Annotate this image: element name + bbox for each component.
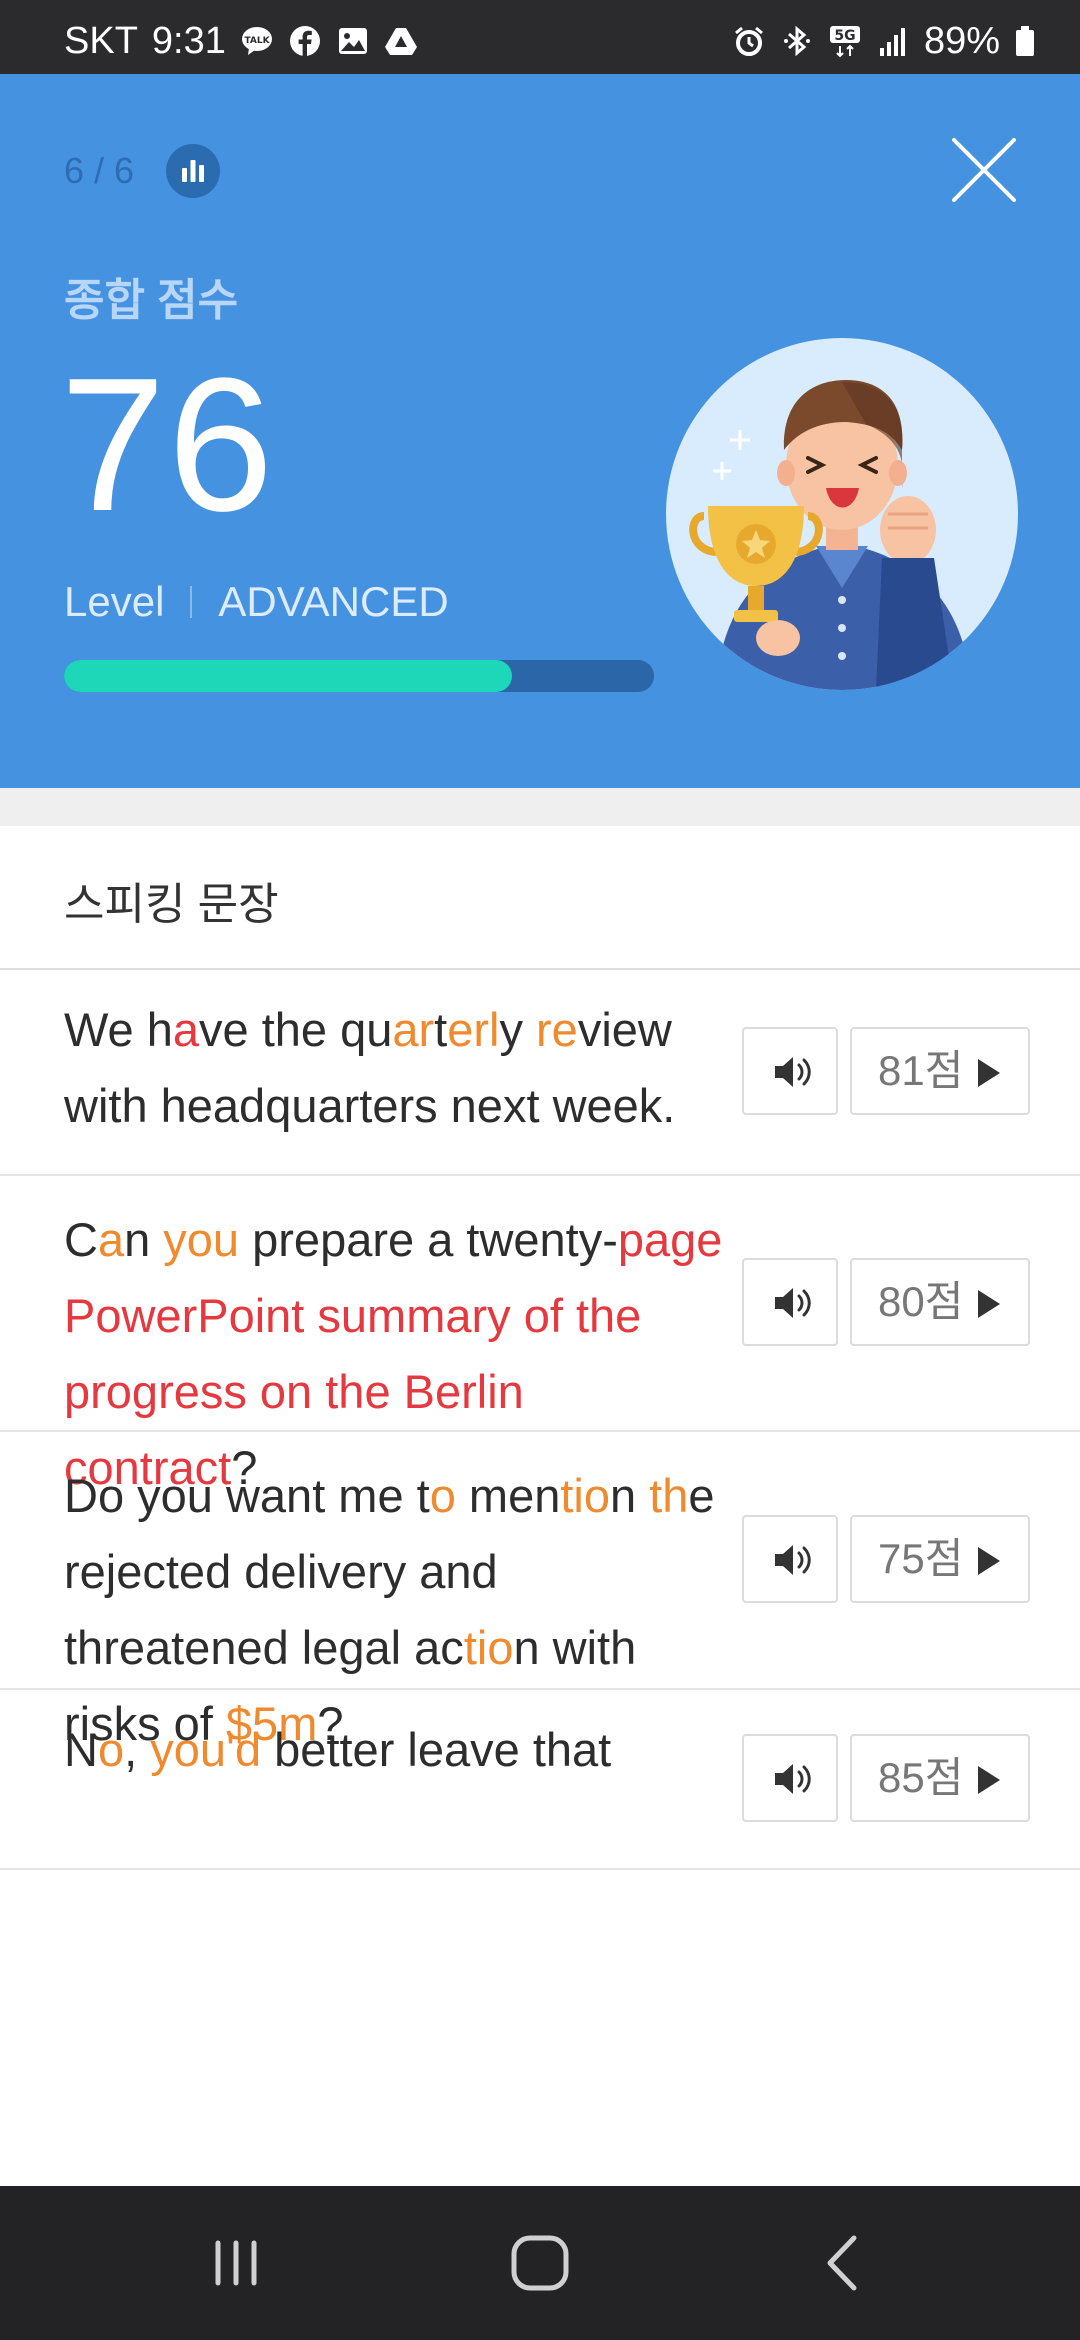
- sentence-segment: ar: [392, 1003, 435, 1056]
- facebook-icon: [288, 24, 322, 58]
- status-bar-left: SKT 9:31 TALK: [64, 22, 418, 60]
- level-label: Level: [64, 578, 165, 625]
- home-icon: [511, 2235, 569, 2291]
- sentence-segment: better leave that: [261, 1723, 612, 1776]
- sentence-segment: n: [124, 1213, 164, 1266]
- sentence-score: 75점: [878, 1535, 964, 1582]
- sentence-score: 80점: [878, 1278, 964, 1325]
- close-icon: [952, 138, 1016, 202]
- drive-icon: [384, 24, 418, 58]
- level-progress-fill: [64, 660, 513, 692]
- sentence-segment: tio: [560, 1469, 610, 1522]
- speaker-icon: [775, 1764, 811, 1794]
- play-triangle-icon: [978, 1766, 1000, 1794]
- recents-button[interactable]: [196, 2228, 276, 2298]
- sentence-score-button[interactable]: 75점: [850, 1515, 1030, 1603]
- play-audio-button[interactable]: [742, 1515, 838, 1603]
- back-icon: [827, 2235, 857, 2291]
- sentence-segment: you: [163, 1213, 240, 1266]
- sentence-segment: n: [610, 1469, 650, 1522]
- speaker-icon: [775, 1288, 811, 1318]
- section-title: 스피킹 문장: [64, 880, 279, 929]
- play-triangle-icon: [978, 1547, 1000, 1575]
- sentence-segment: C: [64, 1213, 98, 1266]
- svg-text:5G: 5G: [834, 28, 855, 44]
- sentence-segment: y: [499, 1003, 537, 1056]
- sentence-segment: a: [97, 1213, 125, 1266]
- navigation-bar: [0, 2186, 1080, 2340]
- speaker-icon: [775, 1545, 811, 1575]
- home-button[interactable]: [500, 2228, 580, 2298]
- play-triangle-icon: [978, 1290, 1000, 1318]
- total-score-label: 종합 점수: [64, 276, 239, 325]
- level-separator: [190, 586, 193, 618]
- sentence-segment: th: [649, 1469, 689, 1522]
- level-value: ADVANCED: [218, 578, 449, 625]
- sentence-segment: N: [64, 1723, 98, 1776]
- sentence-segment: ,: [124, 1723, 151, 1776]
- play-audio-button[interactable]: [742, 1734, 838, 1822]
- sentence-segment: o: [429, 1469, 456, 1522]
- total-score: 76: [60, 339, 276, 551]
- alarm-icon: [732, 24, 766, 58]
- close-button[interactable]: [948, 134, 1020, 206]
- battery-icon: [1014, 24, 1036, 58]
- play-triangle-icon: [978, 1059, 1000, 1087]
- sentence-list[interactable]: We have the quarterly review with headqu…: [0, 970, 1080, 2186]
- back-button[interactable]: [804, 2228, 884, 2298]
- gallery-icon: [336, 24, 370, 58]
- sentence-text: We have the quarterly review with headqu…: [64, 992, 724, 1144]
- sentence-segment: ve the qu: [199, 1003, 393, 1056]
- bluetooth-icon: [780, 24, 814, 58]
- sentence-score: 81점: [878, 1047, 964, 1094]
- status-bar: SKT 9:31 TALK 5G 89%: [0, 0, 1080, 74]
- sentence-segment: you'd: [150, 1723, 262, 1776]
- sentence-segment: men: [455, 1469, 561, 1522]
- play-audio-button[interactable]: [742, 1027, 838, 1115]
- sentence-segment: t: [434, 1003, 448, 1056]
- sentence-segment: Do you want me t: [64, 1469, 430, 1522]
- sentence-score-button[interactable]: 85점: [850, 1734, 1030, 1822]
- sentence-row: Can you prepare a twenty-page PowerPoint…: [0, 1176, 1080, 1494]
- recents-icon: [215, 2240, 257, 2286]
- sentence-row: We have the quarterly review with headqu…: [0, 970, 1080, 1176]
- speaker-icon: [775, 1057, 811, 1087]
- sentence-score-button[interactable]: 80점: [850, 1258, 1030, 1346]
- sentence-segment: We h: [64, 1003, 173, 1056]
- sentence-row: Do you want me to mention the rejected d…: [0, 1432, 1080, 1750]
- status-bar-right: 5G 89%: [732, 22, 1036, 60]
- question-progress: 6 / 6: [64, 150, 135, 191]
- level-progress-bar: [64, 660, 654, 692]
- clock: 9:31: [151, 20, 226, 62]
- sentence-score-button[interactable]: 81점: [850, 1027, 1030, 1115]
- level-row: Level ADVANCED: [64, 578, 449, 626]
- bar-chart-icon[interactable]: [166, 144, 220, 198]
- trophy-character-illustration: [666, 338, 1018, 690]
- svg-text:TALK: TALK: [244, 36, 270, 46]
- sentence-segment: a: [172, 1003, 199, 1056]
- sentence-segment: re: [536, 1003, 578, 1056]
- talk-icon: TALK: [240, 24, 274, 58]
- section-divider: [0, 788, 1080, 826]
- battery-percent: 89%: [923, 20, 1000, 62]
- 5g-icon: 5G: [828, 24, 862, 58]
- carrier: SKT: [64, 20, 138, 62]
- sentence-segment: tio: [463, 1621, 514, 1674]
- sentence-text: No, you'd better leave that: [64, 1712, 724, 1788]
- sentence-segment: erl: [447, 1003, 500, 1056]
- sentence-row: No, you'd better leave that 85점: [0, 1690, 1080, 1870]
- sentence-segment: prepare a twenty-: [239, 1213, 618, 1266]
- play-audio-button[interactable]: [742, 1258, 838, 1346]
- sentence-score: 85점: [878, 1754, 964, 1801]
- signal-icon: [876, 24, 910, 58]
- sentence-segment: o: [97, 1723, 125, 1776]
